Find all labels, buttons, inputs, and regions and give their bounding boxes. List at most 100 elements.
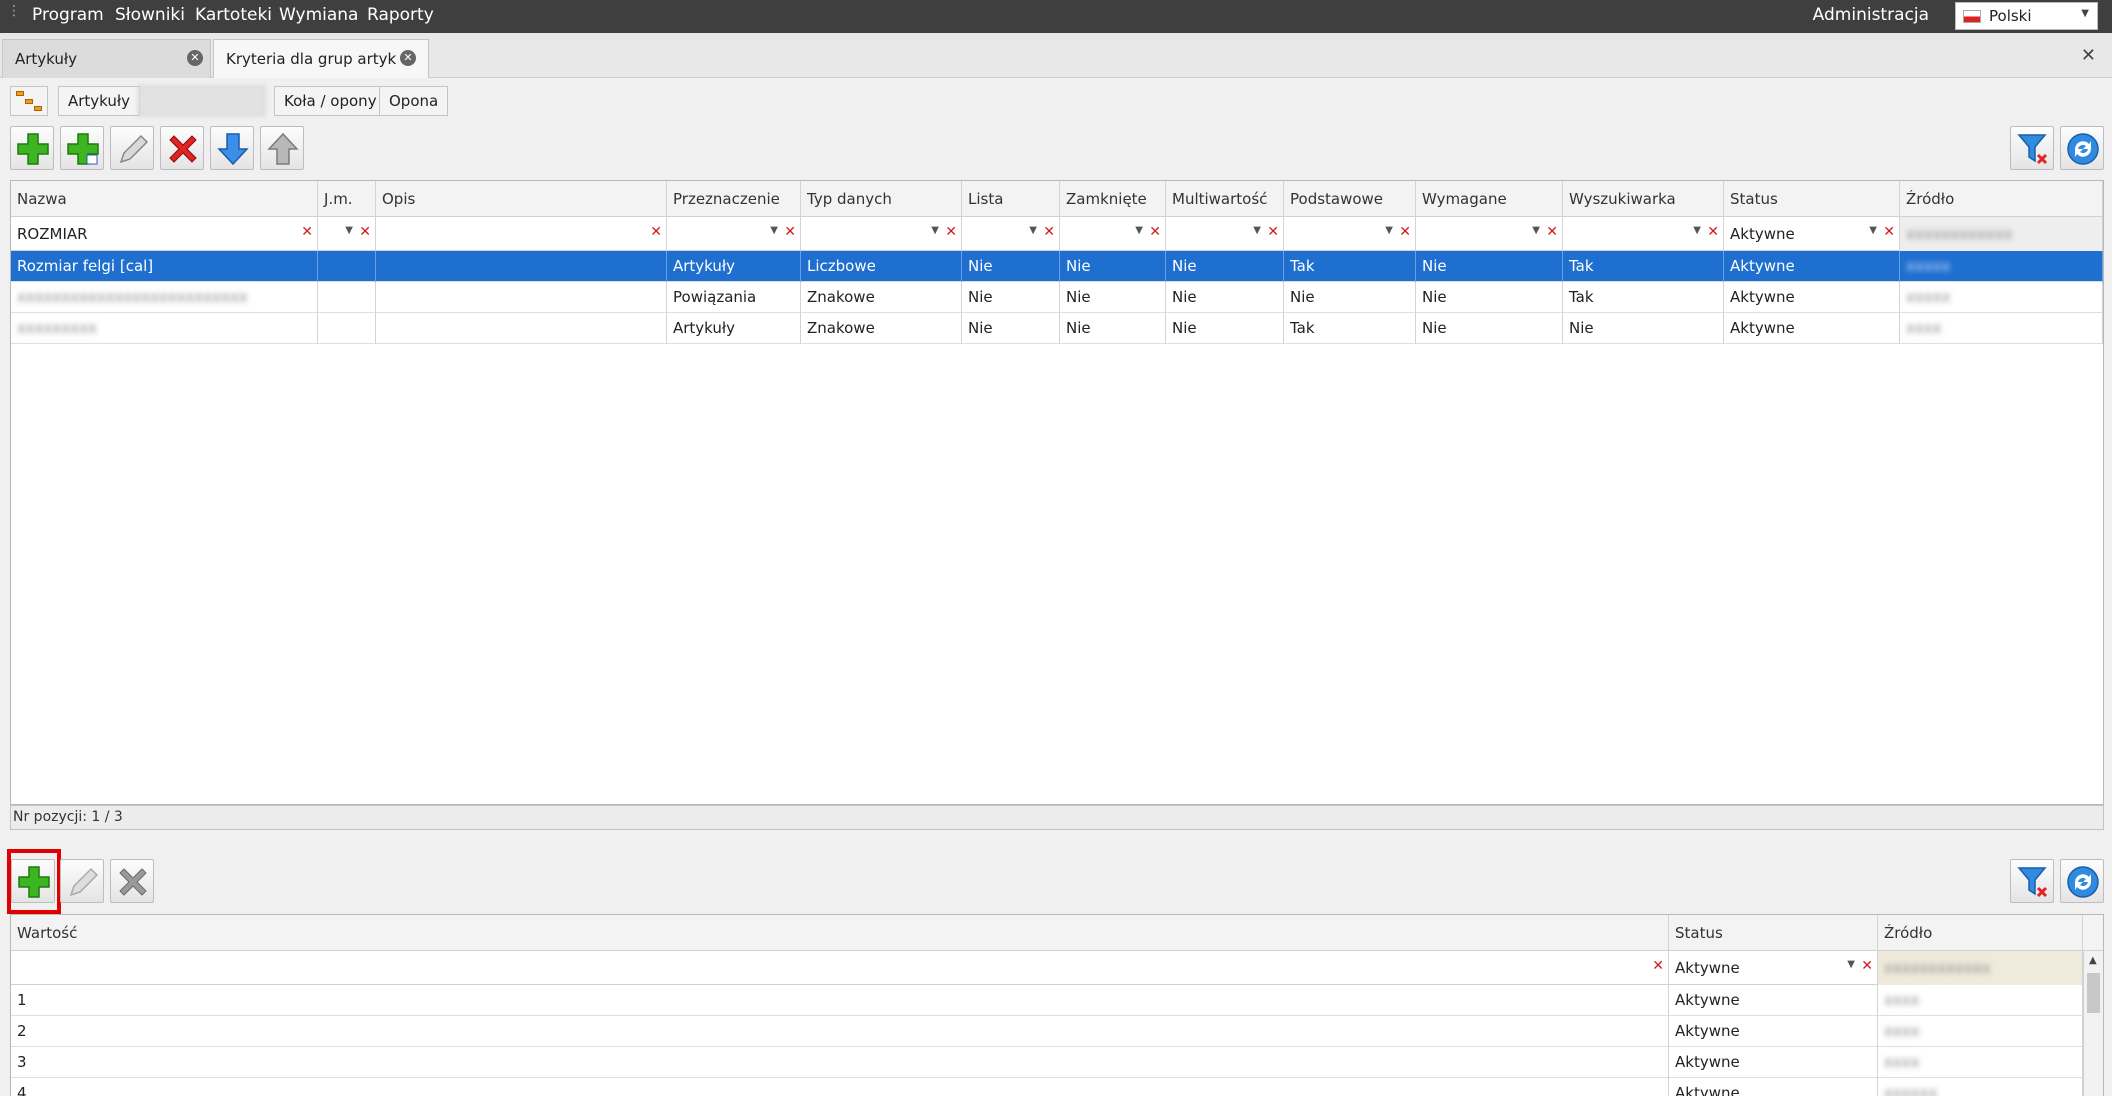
menu-kartoteki[interactable]: Kartoteki — [195, 5, 272, 25]
scroll-thumb[interactable] — [2087, 973, 2100, 1013]
column-zrodlo[interactable]: Źródło — [1878, 915, 2083, 951]
menu-administracja[interactable]: Administracja — [1813, 5, 1929, 25]
filter-opis[interactable]: ✕ — [376, 217, 667, 251]
filter-wymagane[interactable]: ▼ ✕ — [1416, 217, 1563, 251]
column-wyszukiwarka[interactable]: Wyszukiwarka — [1563, 181, 1724, 217]
column-status[interactable]: Status — [1669, 915, 1878, 951]
close-icon[interactable]: ✕ — [2081, 45, 2096, 66]
column-przeznaczenie[interactable]: Przeznaczenie — [667, 181, 801, 217]
clear-icon[interactable]: ✕ — [1861, 958, 1873, 974]
refresh-button[interactable] — [2060, 126, 2104, 170]
column-nazwa[interactable]: Nazwa — [11, 181, 318, 217]
table-row[interactable]: Rozmiar felgi [cal] Artykuły Liczbowe Ni… — [11, 251, 2103, 282]
scroll-up-icon[interactable]: ▲ — [2089, 955, 2097, 966]
table-row[interactable]: xxxxxxxxx Artykuły Znakowe Nie Nie Nie T… — [11, 313, 2103, 344]
blurred-value: xxxxxxxxxxxx — [1884, 959, 1991, 977]
tab-kryteria[interactable]: Kryteria dla grup artykułów ✕ — [213, 39, 429, 78]
chevron-down-icon[interactable]: ▼ — [1847, 959, 1855, 970]
clear-icon[interactable]: ✕ — [1546, 224, 1558, 240]
chevron-down-icon[interactable]: ▼ — [1869, 225, 1877, 236]
filter-status-value: Aktywne — [1730, 225, 1795, 243]
clear-icon[interactable]: ✕ — [1399, 224, 1411, 240]
column-opis[interactable]: Opis — [376, 181, 667, 217]
filter-jm[interactable]: ▼ ✕ — [318, 217, 376, 251]
menu-wymiana[interactable]: Wymiana — [279, 5, 358, 25]
chevron-down-icon[interactable]: ▼ — [1135, 225, 1143, 236]
clear-filter-button[interactable] — [2010, 126, 2054, 170]
filter-lista[interactable]: ▼ ✕ — [962, 217, 1060, 251]
blurred-value: xxxx — [1884, 991, 1920, 1009]
column-multiwartosc[interactable]: Multiwartość — [1166, 181, 1284, 217]
chevron-down-icon[interactable]: ▼ — [1029, 225, 1037, 236]
clear-filter-button[interactable] — [2010, 859, 2054, 903]
clear-icon[interactable]: ✕ — [945, 224, 957, 240]
column-jm[interactable]: J.m. — [318, 181, 376, 217]
column-typ-danych[interactable]: Typ danych — [801, 181, 962, 217]
move-up-button[interactable] — [260, 126, 304, 170]
clear-icon[interactable]: ✕ — [784, 224, 796, 240]
menu-slowniki[interactable]: Słowniki — [115, 5, 185, 25]
clear-icon[interactable]: ✕ — [1707, 224, 1719, 240]
close-tab-icon[interactable]: ✕ — [400, 50, 416, 66]
menu-program[interactable]: Program — [32, 5, 104, 25]
column-lista[interactable]: Lista — [962, 181, 1060, 217]
chevron-down-icon[interactable]: ▼ — [931, 225, 939, 236]
chevron-down-icon[interactable]: ▼ — [345, 225, 353, 236]
clear-icon[interactable]: ✕ — [1043, 224, 1055, 240]
chevron-down-icon[interactable]: ▼ — [1693, 225, 1701, 236]
filter-przeznaczenie[interactable]: ▼ ✕ — [667, 217, 801, 251]
column-zrodlo[interactable]: Źródło — [1900, 181, 2103, 217]
column-zamkniete[interactable]: Zamknięte — [1060, 181, 1166, 217]
menu-raporty[interactable]: Raporty — [367, 5, 434, 25]
vertical-scrollbar[interactable]: ▲ — [2083, 951, 2103, 1096]
add-copy-button[interactable] — [60, 126, 104, 170]
chevron-down-icon[interactable]: ▼ — [770, 225, 778, 236]
clear-icon[interactable]: ✕ — [359, 224, 371, 240]
filter-wartosc[interactable]: ✕ — [11, 951, 1669, 985]
filter-status[interactable]: Aktywne ▼ ✕ — [1669, 951, 1878, 985]
delete-button[interactable] — [160, 126, 204, 170]
move-down-button[interactable] — [210, 126, 254, 170]
clear-icon[interactable]: ✕ — [1883, 224, 1895, 240]
language-select[interactable]: Polski ▼ — [1955, 2, 2098, 30]
filter-zamkniete[interactable]: ▼ ✕ — [1060, 217, 1166, 251]
filter-multiwartosc[interactable]: ▼ ✕ — [1166, 217, 1284, 251]
delete-value-button[interactable] — [110, 859, 154, 903]
breadcrumb-kola-opony[interactable]: Koła / opony — [274, 86, 387, 116]
table-row[interactable]: 3 Aktywne xxxx — [11, 1047, 2083, 1078]
filter-wyszukiwarka[interactable]: ▼ ✕ — [1563, 217, 1724, 251]
tree-structure-icon[interactable] — [10, 86, 48, 116]
refresh-button[interactable] — [2060, 859, 2104, 903]
clear-icon[interactable]: ✕ — [1652, 958, 1664, 974]
clear-icon[interactable]: ✕ — [650, 224, 662, 240]
table-row[interactable]: 2 Aktywne xxxx — [11, 1016, 2083, 1047]
column-podstawowe[interactable]: Podstawowe — [1284, 181, 1416, 217]
filter-zrodlo[interactable]: xxxxxxxxxxxx — [1878, 951, 2083, 985]
filter-typ-danych[interactable]: ▼ ✕ — [801, 217, 962, 251]
chevron-down-icon[interactable]: ▼ — [1532, 225, 1540, 236]
column-wartosc[interactable]: Wartość — [11, 915, 1669, 951]
column-status[interactable]: Status — [1724, 181, 1900, 217]
filter-podstawowe[interactable]: ▼ ✕ — [1284, 217, 1416, 251]
clear-icon[interactable]: ✕ — [1149, 224, 1161, 240]
column-wymagane[interactable]: Wymagane — [1416, 181, 1563, 217]
breadcrumb-artykuly[interactable]: Artykuły — [58, 86, 141, 116]
clear-icon[interactable]: ✕ — [1267, 224, 1279, 240]
cell-zrodlo: xxxxxx — [1878, 1078, 2083, 1096]
clear-icon[interactable]: ✕ — [301, 224, 313, 240]
edit-button[interactable] — [110, 126, 154, 170]
table-row[interactable]: 1 Aktywne xxxx — [11, 985, 2083, 1016]
chevron-down-icon[interactable]: ▼ — [1385, 225, 1393, 236]
breadcrumb-hidden[interactable]: xxxxxxxx — [138, 86, 265, 116]
table-row[interactable]: 4 Aktywne xxxxxx — [11, 1078, 2083, 1096]
filter-nazwa[interactable]: ROZMIAR ✕ — [11, 217, 318, 251]
chevron-down-icon[interactable]: ▼ — [1253, 225, 1261, 236]
tab-artykuly[interactable]: Artykuły ✕ — [2, 39, 211, 78]
edit-value-button[interactable] — [60, 859, 104, 903]
close-tab-icon[interactable]: ✕ — [187, 50, 203, 66]
table-row[interactable]: xxxxxxxxxxxxxxxxxxxxxxxxxx Powiązania Zn… — [11, 282, 2103, 313]
add-button[interactable] — [10, 126, 54, 170]
filter-status[interactable]: Aktywne ▼ ✕ — [1724, 217, 1900, 251]
breadcrumb-opona[interactable]: Opona — [379, 86, 449, 116]
filter-zrodlo[interactable]: xxxxxxxxxxxx — [1900, 217, 2103, 251]
